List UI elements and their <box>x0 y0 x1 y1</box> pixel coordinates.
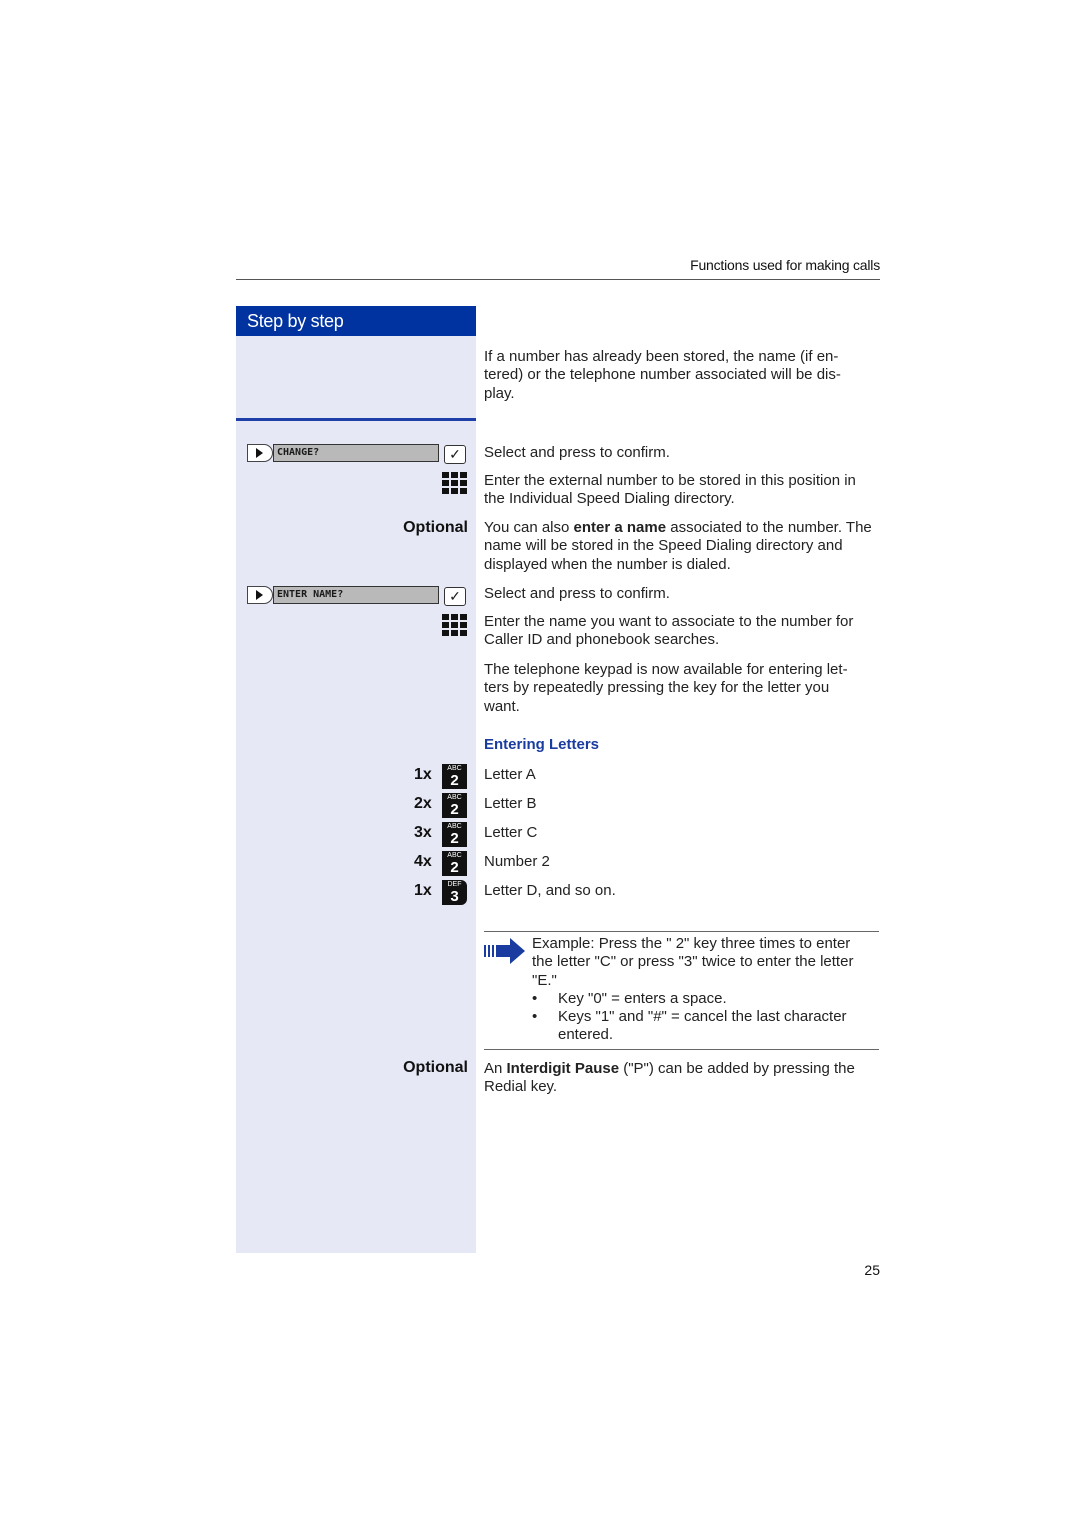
press-count: 1x <box>414 766 432 783</box>
note-bullet-item: • Key "0" = enters a space. <box>532 990 880 1008</box>
step-select-confirm-2: Select and press to confirm. <box>484 585 670 602</box>
sidebar-title-text: Step by step <box>247 311 344 331</box>
paragraph-line: The telephone keypad is now available fo… <box>484 661 848 678</box>
checkmark-icon[interactable]: ✓ <box>444 587 466 606</box>
key-digit: 2 <box>450 772 459 789</box>
key-press-row: 1x ABC 2 <box>400 764 470 789</box>
note-bottom-rule <box>484 1049 879 1050</box>
optional-label: Optional <box>403 1059 468 1076</box>
key-press-row: 2x ABC 2 <box>400 793 470 818</box>
header-divider <box>236 279 880 280</box>
bullet-line: entered. <box>558 1026 614 1044</box>
text-span: You can also <box>484 519 574 536</box>
bullet-line: Keys "1" and "#" = cancel the last chara… <box>558 1008 847 1025</box>
key-3-icon: DEF 3 <box>442 880 467 905</box>
key-2-icon: ABC 2 <box>442 851 467 876</box>
bullet-icon: • <box>532 1008 538 1025</box>
key-result: Letter A <box>484 766 536 783</box>
bullet-icon: • <box>532 990 538 1007</box>
note-line: the letter "C" or press "3" twice to ent… <box>532 953 854 971</box>
bold-text: Interdigit Pause <box>506 1060 620 1077</box>
text-span: An <box>484 1060 507 1077</box>
key-digit: 2 <box>450 830 459 847</box>
intro-line: If a number has already been stored, the… <box>484 348 839 365</box>
key-2-icon: ABC 2 <box>442 822 467 847</box>
bullet-text: Keys "1" and "#" = cancel the last chara… <box>558 1008 880 1045</box>
optional-label: Optional <box>403 519 468 536</box>
keypad-icon <box>442 472 468 496</box>
scroll-arrow-icon <box>247 444 273 462</box>
key-result: Letter B <box>484 795 537 812</box>
display-menu-text: ENTER NAME? <box>273 586 439 604</box>
key-result: Letter C <box>484 824 538 841</box>
press-count: 4x <box>414 853 432 870</box>
display-menu-text: CHANGE? <box>273 444 439 462</box>
key-digit: 2 <box>450 859 459 876</box>
key-2-icon: ABC 2 <box>442 764 467 789</box>
note-example-text: Example: Press the " 2" key three times … <box>532 935 880 990</box>
press-count: 1x <box>414 882 432 899</box>
step-enter-name: Enter the name you want to associate to … <box>484 613 854 649</box>
press-count: 3x <box>414 824 432 841</box>
interdigit-pause-paragraph: An Interdigit Pause ("P") can be added b… <box>484 1060 880 1097</box>
keypad-icon <box>442 614 468 638</box>
key-digit: 3 <box>450 888 459 905</box>
sidebar-title: Step by step <box>236 306 476 336</box>
checkmark-icon[interactable]: ✓ <box>444 445 466 464</box>
page-number: 25 <box>864 1262 880 1278</box>
bullet-text: Key "0" = enters a space. <box>558 990 727 1007</box>
paragraph-line: want. <box>484 697 520 715</box>
step-enter-number: Enter the external number to be stored i… <box>484 472 856 508</box>
paragraph-line: An Interdigit Pause ("P") can be added b… <box>484 1060 880 1078</box>
paragraph-line: ters by repeatedly pressing the key for … <box>484 679 830 697</box>
text-span: ("P") can be added by pressing the <box>619 1060 855 1077</box>
running-header: Functions used for making calls <box>690 257 880 273</box>
key-result: Letter D, and so on. <box>484 882 616 899</box>
key-press-row: 4x ABC 2 <box>400 851 470 876</box>
key-press-row: 1x DEF 3 <box>400 880 470 905</box>
key-digit: 2 <box>450 801 459 818</box>
key-result: Number 2 <box>484 853 550 870</box>
note-bullet-item: • Keys "1" and "#" = cancel the last cha… <box>532 1008 880 1044</box>
note-line: "E." <box>532 971 557 989</box>
intro-line: play. <box>484 384 515 402</box>
note-arrow-icon <box>484 937 526 965</box>
press-count: 2x <box>414 795 432 812</box>
step-select-confirm-1: Select and press to confirm. <box>484 444 670 461</box>
optional-name-paragraph: You can also enter a name associated to … <box>484 519 880 574</box>
key-press-row: 3x ABC 2 <box>400 822 470 847</box>
intro-paragraph: If a number has already been stored, the… <box>484 348 880 403</box>
bold-text: enter a name <box>573 519 667 536</box>
scroll-arrow-icon <box>247 586 273 604</box>
entering-letters-heading: Entering Letters <box>484 736 600 753</box>
note-top-rule <box>484 931 879 932</box>
intro-line: tered) or the telephone number associate… <box>484 366 841 384</box>
paragraph-line: Redial key. <box>484 1078 558 1096</box>
keypad-info-paragraph: The telephone keypad is now available fo… <box>484 661 880 716</box>
note-line: Example: Press the " 2" key three times … <box>532 935 851 952</box>
sidebar-divider <box>236 418 476 421</box>
key-2-icon: ABC 2 <box>442 793 467 818</box>
